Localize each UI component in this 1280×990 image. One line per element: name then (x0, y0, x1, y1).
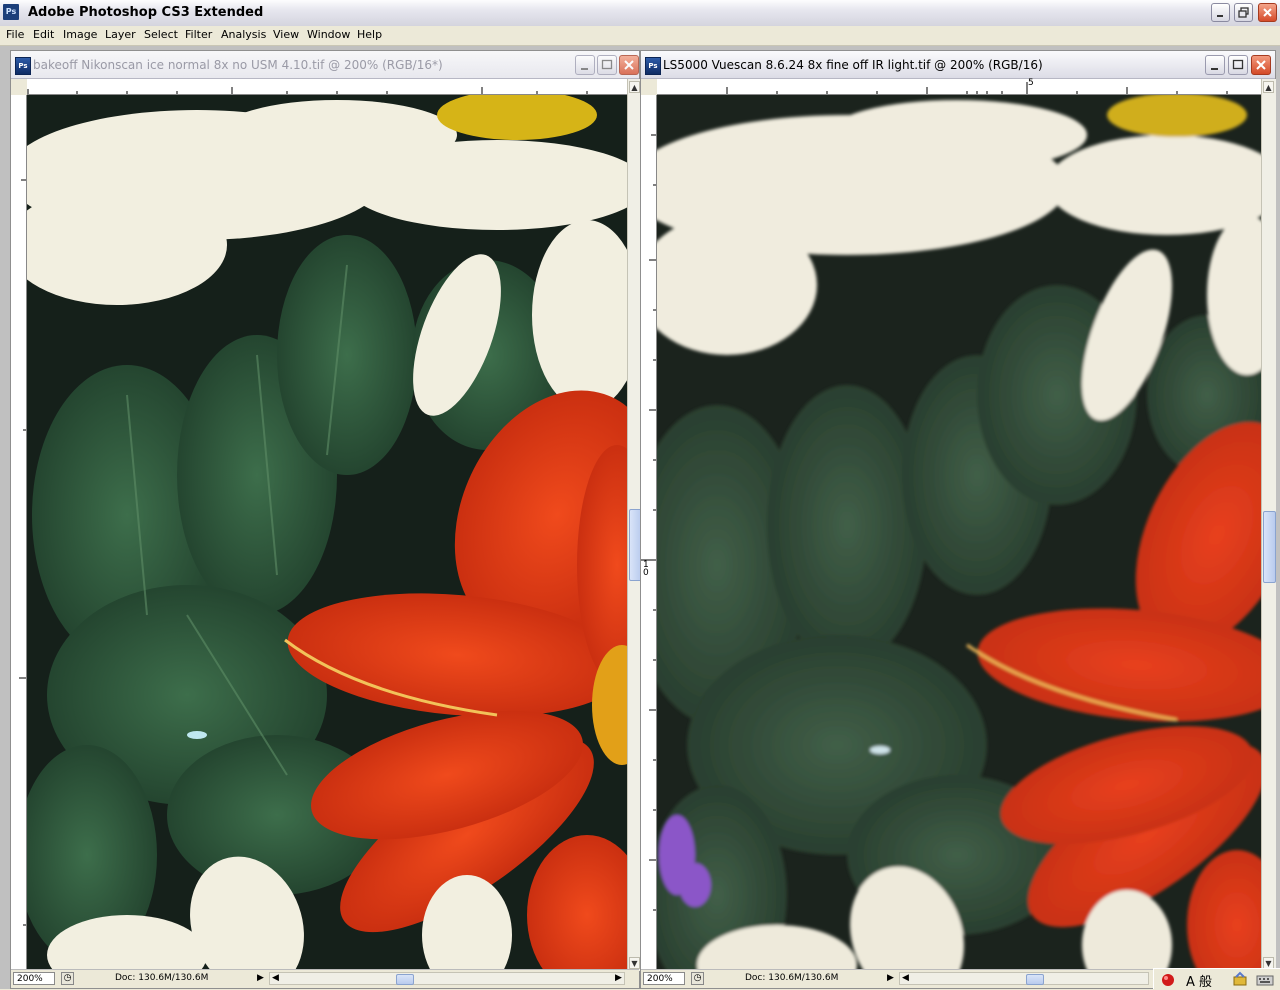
minimize-icon (581, 68, 588, 70)
vertical-scrollbar[interactable]: ▲ ▼ (1261, 79, 1276, 971)
doc-close-button[interactable] (1251, 55, 1271, 75)
image-canvas[interactable] (27, 95, 627, 973)
close-icon (624, 60, 634, 70)
red-ball-icon[interactable] (1160, 971, 1176, 990)
image-canvas[interactable] (657, 95, 1261, 973)
photoshop-app-icon[interactable]: Ps (3, 4, 19, 20)
close-icon (1263, 8, 1272, 17)
zoom-level-field[interactable]: 200% (643, 972, 685, 985)
app-titlebar: Ps Adobe Photoshop CS3 Extended (0, 0, 1280, 27)
menu-edit[interactable]: Edit (31, 28, 56, 41)
vertical-ruler[interactable] (11, 95, 27, 973)
close-icon (1256, 60, 1266, 70)
minimize-icon (1217, 15, 1223, 17)
flower-photo (27, 95, 627, 973)
menu-filter[interactable]: Filter (183, 28, 214, 41)
system-tray: A 般 (1153, 968, 1280, 990)
vertical-ruler[interactable]: 1 0 (641, 95, 657, 973)
menu-select[interactable]: Select (142, 28, 180, 41)
doc-maximize-button[interactable] (597, 55, 617, 75)
minimize-button[interactable] (1211, 3, 1230, 22)
doc-minimize-button[interactable] (1205, 55, 1225, 75)
document-titlebar[interactable]: Ps LS5000 Vuescan 8.6.24 8x fine off IR … (641, 51, 1275, 79)
document-title: LS5000 Vuescan 8.6.24 8x fine off IR lig… (663, 58, 1043, 72)
maximize-icon (1232, 59, 1244, 70)
scroll-thumb[interactable] (1263, 511, 1276, 583)
scroll-up-arrow[interactable]: ▲ (1263, 81, 1274, 93)
status-menu-arrow[interactable]: ▶ (255, 972, 266, 985)
horizontal-scrollbar[interactable]: ◀ ▶ (269, 972, 625, 985)
scroll-left-arrow[interactable]: ◀ (270, 972, 281, 985)
document-window-right[interactable]: Ps LS5000 Vuescan 8.6.24 8x fine off IR … (640, 50, 1276, 989)
menu-view[interactable]: View (271, 28, 301, 41)
app-title: Adobe Photoshop CS3 Extended (28, 5, 264, 20)
minimize-icon (1211, 68, 1218, 70)
ime-indicator[interactable]: A 般 (1186, 971, 1212, 990)
scroll-down-arrow[interactable]: ▼ (629, 957, 640, 969)
flower-photo (657, 95, 1261, 973)
menu-bar: File Edit Image Layer Select Filter Anal… (0, 26, 1280, 46)
document-window-left[interactable]: Ps bakeoff Nikonscan ice normal 8x no US… (10, 50, 642, 989)
ruler-ticks (19, 179, 26, 926)
status-bar: 200% ◷ Doc: 130.6M/130.6M ▶ ◀ ▶ (11, 969, 639, 988)
keyboard-icon[interactable] (1256, 971, 1274, 990)
doc-close-button[interactable] (619, 55, 639, 75)
menu-image[interactable]: Image (61, 28, 99, 41)
document-title: bakeoff Nikonscan ice normal 8x no USM 4… (33, 58, 443, 72)
document-icon: Ps (15, 57, 31, 75)
restore-icon (1238, 7, 1249, 18)
horizontal-ruler[interactable] (27, 79, 627, 95)
tool-icon[interactable] (1232, 971, 1248, 990)
status-info-icon[interactable]: ◷ (61, 972, 74, 985)
ruler-ticks (641, 134, 656, 911)
doc-maximize-button[interactable] (1228, 55, 1248, 75)
horizontal-scrollbar[interactable]: ◀ (899, 972, 1149, 985)
menu-file[interactable]: File (4, 28, 26, 41)
horizontal-ruler[interactable]: 5 (657, 78, 1261, 95)
menu-layer[interactable]: Layer (103, 28, 138, 41)
doc-minimize-button[interactable] (575, 55, 595, 75)
maximize-icon (601, 59, 613, 70)
document-size: Doc: 130.6M/130.6M (745, 973, 839, 983)
document-size: Doc: 130.6M/130.6M (115, 973, 209, 983)
ruler-ticks (726, 82, 1228, 94)
zoom-level-field[interactable]: 200% (13, 972, 55, 985)
status-info-icon[interactable]: ◷ (691, 972, 704, 985)
scroll-up-arrow[interactable]: ▲ (629, 81, 640, 93)
ruler-ticks (27, 87, 588, 94)
document-titlebar[interactable]: Ps bakeoff Nikonscan ice normal 8x no US… (11, 51, 639, 79)
document-icon: Ps (645, 57, 661, 75)
close-button[interactable] (1258, 3, 1277, 22)
scroll-right-arrow[interactable]: ▶ (613, 972, 624, 985)
scroll-left-arrow[interactable]: ◀ (900, 972, 911, 985)
menu-help[interactable]: Help (355, 28, 384, 41)
scroll-thumb[interactable] (396, 974, 414, 985)
menu-analysis[interactable]: Analysis (219, 28, 268, 41)
menu-window[interactable]: Window (305, 28, 352, 41)
status-menu-arrow[interactable]: ▶ (885, 972, 896, 985)
restore-button[interactable] (1234, 3, 1253, 22)
scroll-thumb[interactable] (1026, 974, 1044, 985)
